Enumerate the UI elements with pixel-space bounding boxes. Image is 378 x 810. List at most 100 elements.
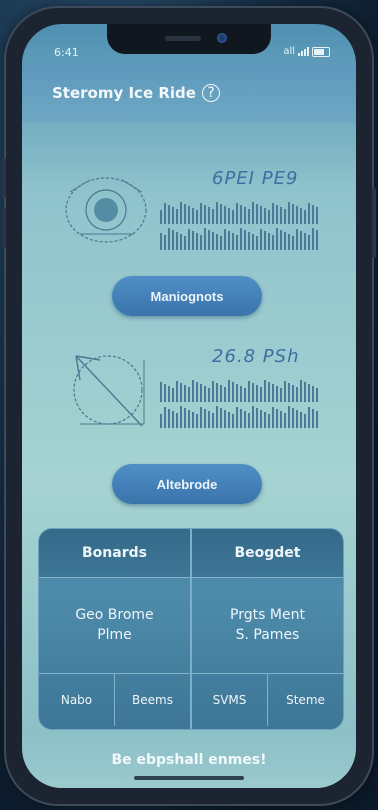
barcode-stripe [184, 204, 186, 224]
barcode-stripe [260, 410, 262, 428]
barcode-stripe [300, 412, 302, 428]
barcode-stripe [220, 408, 222, 428]
barcode-stripe [160, 382, 162, 402]
barcode-stripe [244, 388, 246, 402]
barcode-stripe [200, 203, 202, 224]
barcode-stripe [208, 411, 210, 428]
barcode-stripe [192, 412, 194, 428]
barcode-stripe [208, 207, 210, 224]
barcode-stripe [296, 229, 298, 250]
barcode-stripe [168, 409, 170, 428]
barcode-stripe [168, 205, 170, 224]
volume-button [2, 208, 6, 248]
barcode-stripe [276, 409, 278, 428]
barcode-stripe [220, 385, 222, 402]
barcode-stripe [200, 235, 202, 250]
barcode-stripe [264, 208, 266, 224]
column-body-line: S. Pames [235, 627, 300, 643]
volume-button [2, 158, 6, 198]
barcode-stripe [216, 234, 218, 250]
home-indicator[interactable] [134, 776, 244, 780]
front-camera [217, 33, 227, 43]
barcode-stripe [184, 236, 186, 250]
barcode-stripe [316, 207, 318, 224]
barcode-stripe [164, 384, 166, 402]
barcode-stripe [288, 202, 290, 224]
barcode-stripe [296, 387, 298, 402]
barcode-graphic [160, 406, 318, 428]
barcode-stripe [292, 236, 294, 250]
barcode-stripe [280, 411, 282, 428]
help-icon[interactable]: ? [201, 84, 220, 102]
barcode-stripe [224, 229, 226, 250]
barcode-stripe [284, 209, 286, 224]
compass-sketch-icon [73, 355, 145, 427]
barcode-stripe [276, 228, 278, 250]
barcode-stripe [240, 228, 242, 250]
barcode-stripe [260, 387, 262, 402]
barcode-stripe [212, 232, 214, 250]
barcode-stripe [284, 381, 286, 402]
barcode-stripe [200, 384, 202, 402]
barcode-stripe [300, 231, 302, 250]
barcode-stripe [280, 230, 282, 250]
barcode-stripe [268, 414, 270, 428]
column-body: Geo Brome Plme [39, 577, 190, 673]
barcode-stripe [304, 382, 306, 402]
barcode-stripe [216, 202, 218, 224]
panel-column-left[interactable]: Bonards Geo Brome Plme Nabo Beems [39, 529, 190, 729]
reading-card-2: 26.8 PSh [60, 340, 330, 440]
screen: 6:41 all Steromy Ice Ride ? 6PEI PE9 Man… [22, 24, 356, 788]
page-title: Steromy Ice Ride [52, 84, 196, 102]
barcode-stripe [232, 382, 234, 402]
barcode-stripe [268, 210, 270, 224]
barcode-stripe [312, 386, 314, 402]
barcode-stripe [256, 408, 258, 428]
barcode-stripe [164, 407, 166, 428]
barcode-graphic [160, 380, 318, 402]
barcode-stripe [188, 410, 190, 428]
barcode-stripe [268, 233, 270, 250]
barcode-stripe [264, 231, 266, 250]
barcode-stripe [172, 411, 174, 428]
barcode-stripe [248, 209, 250, 224]
barcode-stripe [188, 387, 190, 402]
barcode-stripe [184, 408, 186, 428]
barcode-stripe [212, 413, 214, 428]
barcode-stripe [160, 414, 162, 428]
reading-value-1: 6PEI PE9 [212, 168, 299, 189]
barcode-stripe [200, 407, 202, 428]
secondary-action-button[interactable]: Altebrode [112, 464, 262, 504]
battery-icon [312, 46, 330, 57]
barcode-stripe [228, 208, 230, 224]
barcode-stripe [316, 411, 318, 428]
barcode-stripe [244, 230, 246, 250]
barcode-stripe [164, 235, 166, 250]
primary-action-button[interactable]: Maniognots [112, 276, 262, 316]
barcode-graphic [160, 228, 318, 250]
barcode-stripe [196, 382, 198, 402]
barcode-stripe [300, 208, 302, 224]
barcode-stripe [164, 203, 166, 224]
barcode-stripe [260, 229, 262, 250]
column-footer: Nabo Beems [39, 673, 190, 726]
barcode-stripe [216, 383, 218, 402]
barcode-stripe [252, 202, 254, 224]
barcode-stripe [172, 230, 174, 250]
column-body: Prgts Ment S. Pames [192, 577, 343, 673]
barcode-stripe [172, 388, 174, 402]
barcode-stripe [312, 228, 314, 250]
barcode-stripe [236, 384, 238, 402]
barcode-stripe [196, 414, 198, 428]
reading-value-2: 26.8 PSh [212, 346, 300, 367]
barcode-stripe [168, 386, 170, 402]
barcode-stripe [172, 207, 174, 224]
barcode-stripe [264, 380, 266, 402]
panel-column-right[interactable]: Beogdet Prgts Ment S. Pames SVMS Steme [192, 529, 343, 729]
barcode-stripe [176, 381, 178, 402]
app-header: Steromy Ice Ride ? [22, 64, 356, 122]
barcode-stripe [232, 210, 234, 224]
barcode-stripe [304, 233, 306, 250]
barcode-stripe [268, 382, 270, 402]
barcode-stripe [188, 229, 190, 250]
